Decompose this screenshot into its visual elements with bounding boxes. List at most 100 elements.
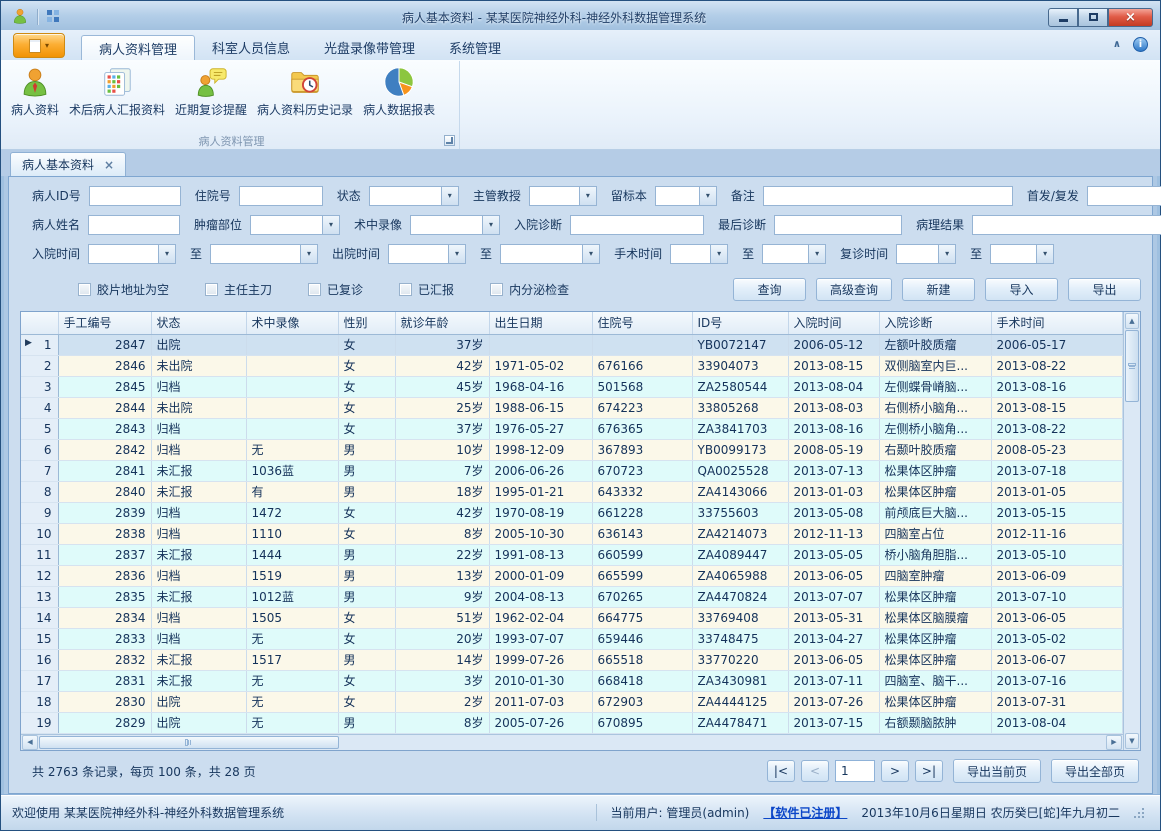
- table-cell[interactable]: 670895: [592, 712, 692, 733]
- row-number-cell[interactable]: 9: [21, 502, 58, 523]
- combo-dropdown-button[interactable]: ▾: [699, 187, 716, 205]
- table-cell[interactable]: 2830: [58, 691, 151, 712]
- table-cell[interactable]: 2013-07-26: [788, 691, 879, 712]
- row-number-cell[interactable]: 14: [21, 607, 58, 628]
- table-cell[interactable]: 2013-05-05: [788, 544, 879, 565]
- table-cell[interactable]: 20岁: [395, 628, 489, 649]
- filter-input[interactable]: [764, 187, 1012, 205]
- table-cell[interactable]: 33770220: [692, 649, 788, 670]
- column-header[interactable]: 入院时间: [788, 312, 879, 334]
- row-number-cell[interactable]: ▶1: [21, 334, 58, 355]
- row-number-cell[interactable]: 18: [21, 691, 58, 712]
- ribbon-tab[interactable]: 光盘录像带管理: [307, 35, 432, 60]
- table-cell[interactable]: ZA4470824: [692, 586, 788, 607]
- table-cell[interactable]: 四脑室肿瘤: [879, 565, 991, 586]
- table-row[interactable]: 12 2836归档1519男13岁2000-01-09665599ZA40659…: [21, 565, 1123, 586]
- software-registered-link[interactable]: 【软件已注册】: [763, 804, 847, 821]
- table-cell[interactable]: 501568: [592, 376, 692, 397]
- table-cell[interactable]: 2013-08-22: [991, 355, 1123, 376]
- table-cell[interactable]: 2846: [58, 355, 151, 376]
- table-cell[interactable]: 37岁: [395, 418, 489, 439]
- table-cell[interactable]: 665599: [592, 565, 692, 586]
- table-cell[interactable]: 2013-07-31: [991, 691, 1123, 712]
- table-cell[interactable]: 1036蓝: [246, 460, 338, 481]
- table-cell[interactable]: 7岁: [395, 460, 489, 481]
- table-cell[interactable]: ZA3841703: [692, 418, 788, 439]
- table-cell[interactable]: 有: [246, 481, 338, 502]
- table-cell[interactable]: 1517: [246, 649, 338, 670]
- table-cell[interactable]: 1012蓝: [246, 586, 338, 607]
- table-cell[interactable]: 2013-08-15: [991, 397, 1123, 418]
- table-cell[interactable]: 2012-11-13: [788, 523, 879, 544]
- ribbon-tab[interactable]: 病人资料管理: [81, 35, 195, 60]
- filter-input[interactable]: [571, 216, 703, 234]
- table-cell[interactable]: 33904073: [692, 355, 788, 376]
- filter-input[interactable]: [671, 245, 710, 263]
- combo-dropdown-button[interactable]: ▾: [808, 245, 825, 263]
- table-cell[interactable]: ZA3430981: [692, 670, 788, 691]
- app-logo-icon[interactable]: [11, 7, 29, 28]
- row-number-cell[interactable]: 19: [21, 712, 58, 733]
- table-cell[interactable]: 女: [338, 628, 395, 649]
- table-cell[interactable]: 左侧桥小脑角...: [879, 418, 991, 439]
- column-header[interactable]: 状态: [151, 312, 246, 334]
- table-cell[interactable]: 2008-05-23: [991, 439, 1123, 460]
- table-cell[interactable]: 无: [246, 691, 338, 712]
- export-current-page-button[interactable]: 导出当前页: [953, 759, 1041, 783]
- table-cell[interactable]: 643332: [592, 481, 692, 502]
- table-cell[interactable]: 出院: [151, 712, 246, 733]
- row-number-cell[interactable]: 6: [21, 439, 58, 460]
- table-cell[interactable]: 归档: [151, 628, 246, 649]
- table-cell[interactable]: ZA4143066: [692, 481, 788, 502]
- minimize-button[interactable]: [1048, 8, 1078, 27]
- table-cell[interactable]: 2013-08-22: [991, 418, 1123, 439]
- table-cell[interactable]: 2013-07-16: [991, 670, 1123, 691]
- filter-input[interactable]: [211, 245, 300, 263]
- table-cell[interactable]: 33769408: [692, 607, 788, 628]
- table-cell[interactable]: 女: [338, 376, 395, 397]
- maximize-button[interactable]: [1078, 8, 1108, 27]
- table-cell[interactable]: 松果体区脑膜瘤: [879, 607, 991, 628]
- table-cell[interactable]: 2013-07-10: [991, 586, 1123, 607]
- horizontal-scroll-thumb[interactable]: [39, 736, 339, 749]
- table-cell[interactable]: YB0072147: [692, 334, 788, 355]
- table-cell[interactable]: 女: [338, 523, 395, 544]
- table-cell[interactable]: ZA4065988: [692, 565, 788, 586]
- row-number-cell[interactable]: 5: [21, 418, 58, 439]
- row-number-cell[interactable]: 3: [21, 376, 58, 397]
- table-cell[interactable]: 1976-05-27: [489, 418, 592, 439]
- table-cell[interactable]: 636143: [592, 523, 692, 544]
- info-icon[interactable]: i: [1133, 37, 1148, 52]
- table-cell[interactable]: 松果体区肿瘤: [879, 628, 991, 649]
- table-cell[interactable]: 2837: [58, 544, 151, 565]
- table-cell[interactable]: 无: [246, 712, 338, 733]
- table-cell[interactable]: 归档: [151, 607, 246, 628]
- table-cell[interactable]: 1998-12-09: [489, 439, 592, 460]
- checkbox-field[interactable]: 内分泌检查: [490, 281, 569, 298]
- revisit-reminder-button[interactable]: 近期复诊提醒: [170, 63, 252, 131]
- table-cell[interactable]: ZA4444125: [692, 691, 788, 712]
- filter-input[interactable]: [411, 216, 482, 234]
- table-cell[interactable]: 出院: [151, 691, 246, 712]
- table-row[interactable]: 13 2835未汇报1012蓝男9岁2004-08-13670265ZA4470…: [21, 586, 1123, 607]
- table-row[interactable]: 19 2829出院无男8岁2005-07-26670895ZA447847120…: [21, 712, 1123, 733]
- horizontal-scrollbar[interactable]: ◀ ▶: [21, 734, 1123, 751]
- column-header[interactable]: 术中录像: [246, 312, 338, 334]
- table-cell[interactable]: 670723: [592, 460, 692, 481]
- table-cell[interactable]: 2834: [58, 607, 151, 628]
- column-header[interactable]: 就诊年龄: [395, 312, 489, 334]
- table-cell[interactable]: 42岁: [395, 355, 489, 376]
- filter-input[interactable]: [251, 216, 322, 234]
- table-cell[interactable]: 2013-06-05: [788, 565, 879, 586]
- table-cell[interactable]: 出院: [151, 334, 246, 355]
- close-tab-icon[interactable]: ×: [104, 158, 114, 172]
- action-button[interactable]: 导入: [985, 278, 1058, 301]
- row-number-cell[interactable]: 11: [21, 544, 58, 565]
- prev-page-button[interactable]: <: [801, 760, 829, 782]
- table-cell[interactable]: 松果体区肿瘤: [879, 586, 991, 607]
- table-cell[interactable]: 2006-06-26: [489, 460, 592, 481]
- table-cell[interactable]: 松果体区肿瘤: [879, 481, 991, 502]
- table-cell[interactable]: 2013-05-08: [788, 502, 879, 523]
- table-cell[interactable]: 9岁: [395, 586, 489, 607]
- vertical-scroll-thumb[interactable]: [1125, 330, 1139, 402]
